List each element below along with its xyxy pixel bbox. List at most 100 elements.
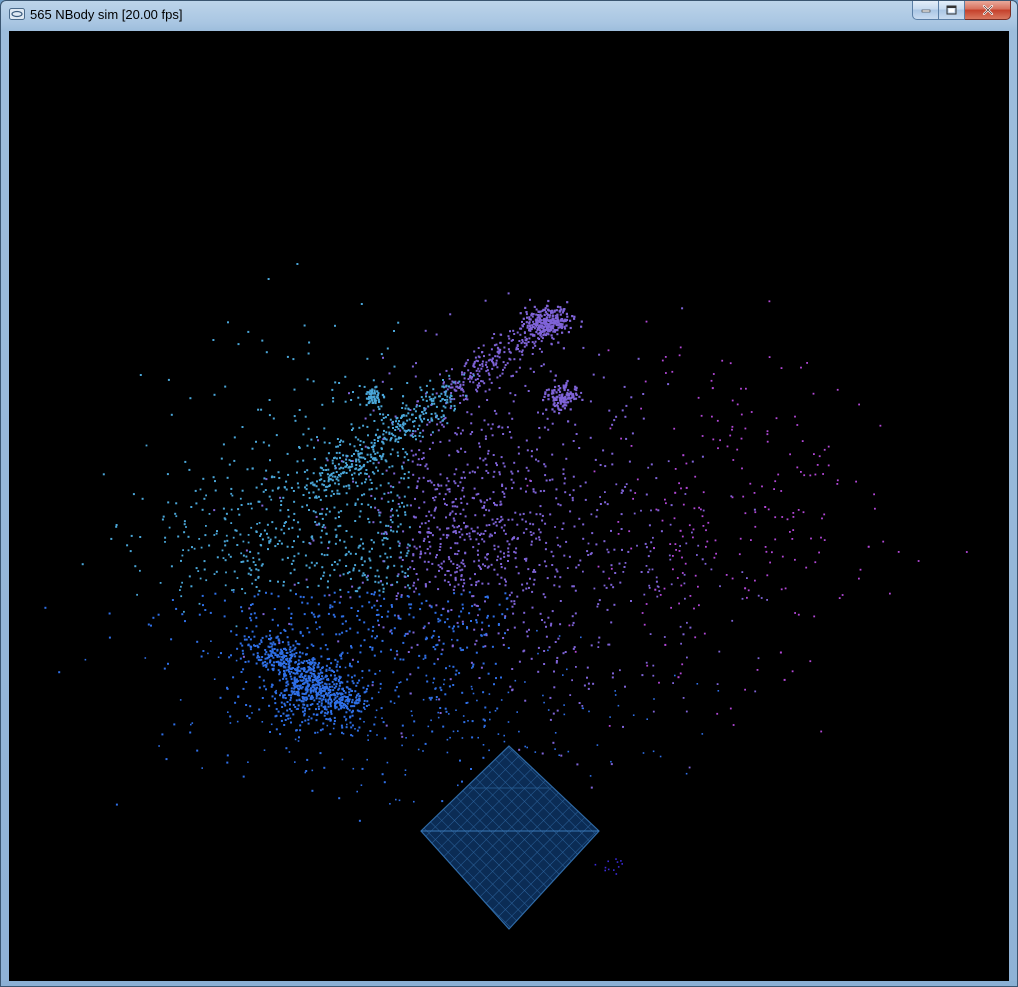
- particle: [342, 732, 345, 735]
- particle: [490, 381, 493, 384]
- particle: [295, 593, 297, 596]
- particle: [450, 383, 453, 386]
- particle: [326, 485, 329, 488]
- particle: [435, 696, 438, 698]
- particle: [710, 379, 713, 382]
- particle: [328, 696, 331, 699]
- particle: [554, 374, 557, 377]
- particle: [363, 699, 366, 702]
- particle: [306, 444, 309, 447]
- particle: [397, 321, 400, 324]
- particle: [426, 391, 428, 394]
- particle: [501, 613, 504, 616]
- maximize-button[interactable]: [939, 1, 965, 20]
- particle: [604, 465, 607, 468]
- particle: [408, 613, 411, 616]
- particle: [361, 574, 364, 577]
- particle: [306, 627, 309, 630]
- particle: [656, 595, 659, 598]
- particle: [407, 471, 410, 474]
- particle: [251, 630, 254, 633]
- particle: [537, 411, 539, 414]
- particle: [431, 562, 434, 565]
- particle: [247, 644, 250, 647]
- particle: [446, 422, 449, 425]
- particle: [350, 399, 353, 401]
- particle: [283, 724, 286, 726]
- particle: [404, 774, 407, 776]
- particle: [507, 547, 510, 550]
- particle: [414, 497, 416, 500]
- particle: [331, 479, 334, 482]
- particle: [591, 532, 594, 535]
- particle: [495, 462, 498, 465]
- particle: [473, 350, 476, 353]
- particle: [453, 480, 456, 483]
- particle: [775, 417, 778, 420]
- particle: [245, 555, 248, 558]
- particle: [556, 570, 559, 573]
- particle: [325, 674, 328, 677]
- particle: [360, 482, 363, 485]
- particle: [364, 481, 367, 484]
- particle: [191, 546, 193, 549]
- particle: [535, 331, 538, 334]
- particle: [161, 518, 164, 521]
- particle: [535, 458, 537, 461]
- simulation-canvas[interactable]: [9, 31, 1009, 981]
- particle: [175, 607, 178, 610]
- minimize-button[interactable]: [912, 1, 939, 20]
- particle: [401, 735, 404, 738]
- particle: [222, 443, 225, 446]
- particle: [230, 492, 233, 495]
- particle: [597, 565, 600, 568]
- particle: [292, 672, 295, 675]
- particle: [307, 718, 310, 721]
- particle: [385, 469, 388, 472]
- particle: [351, 698, 354, 701]
- particle: [438, 698, 441, 701]
- particle: [274, 697, 276, 700]
- particle: [595, 543, 598, 546]
- particle: [418, 434, 421, 437]
- particle: [363, 560, 366, 563]
- particle: [413, 590, 416, 593]
- particle: [275, 714, 278, 717]
- particle: [510, 375, 513, 378]
- particle: [746, 596, 748, 599]
- particle: [487, 624, 490, 627]
- particle: [515, 547, 518, 550]
- particle: [145, 444, 148, 447]
- close-button[interactable]: [965, 1, 1011, 20]
- particle: [191, 722, 194, 724]
- particle: [379, 687, 382, 690]
- particle: [681, 556, 683, 559]
- particle: [265, 351, 268, 354]
- particle: [412, 473, 415, 476]
- particle: [242, 554, 245, 557]
- particle: [552, 741, 555, 744]
- particle: [543, 650, 546, 652]
- particle: [462, 623, 464, 625]
- particle: [275, 689, 277, 692]
- particle: [700, 414, 703, 417]
- particle: [664, 356, 667, 358]
- particle: [277, 471, 280, 474]
- particle: [495, 343, 498, 346]
- title-bar[interactable]: 565 NBody sim [20.00 fps]: [1, 1, 1017, 29]
- particle: [531, 590, 534, 593]
- particle: [321, 472, 324, 474]
- particle: [481, 351, 484, 353]
- particle: [316, 480, 318, 483]
- particle: [331, 563, 334, 566]
- particle: [587, 687, 590, 690]
- window-app-icon[interactable]: [9, 8, 25, 20]
- particle: [382, 417, 385, 419]
- particle: [433, 677, 436, 680]
- particle: [459, 512, 462, 515]
- particle: [716, 712, 719, 715]
- particle: [482, 744, 485, 746]
- particle: [363, 639, 366, 642]
- particle: [551, 422, 554, 425]
- particle: [411, 413, 413, 416]
